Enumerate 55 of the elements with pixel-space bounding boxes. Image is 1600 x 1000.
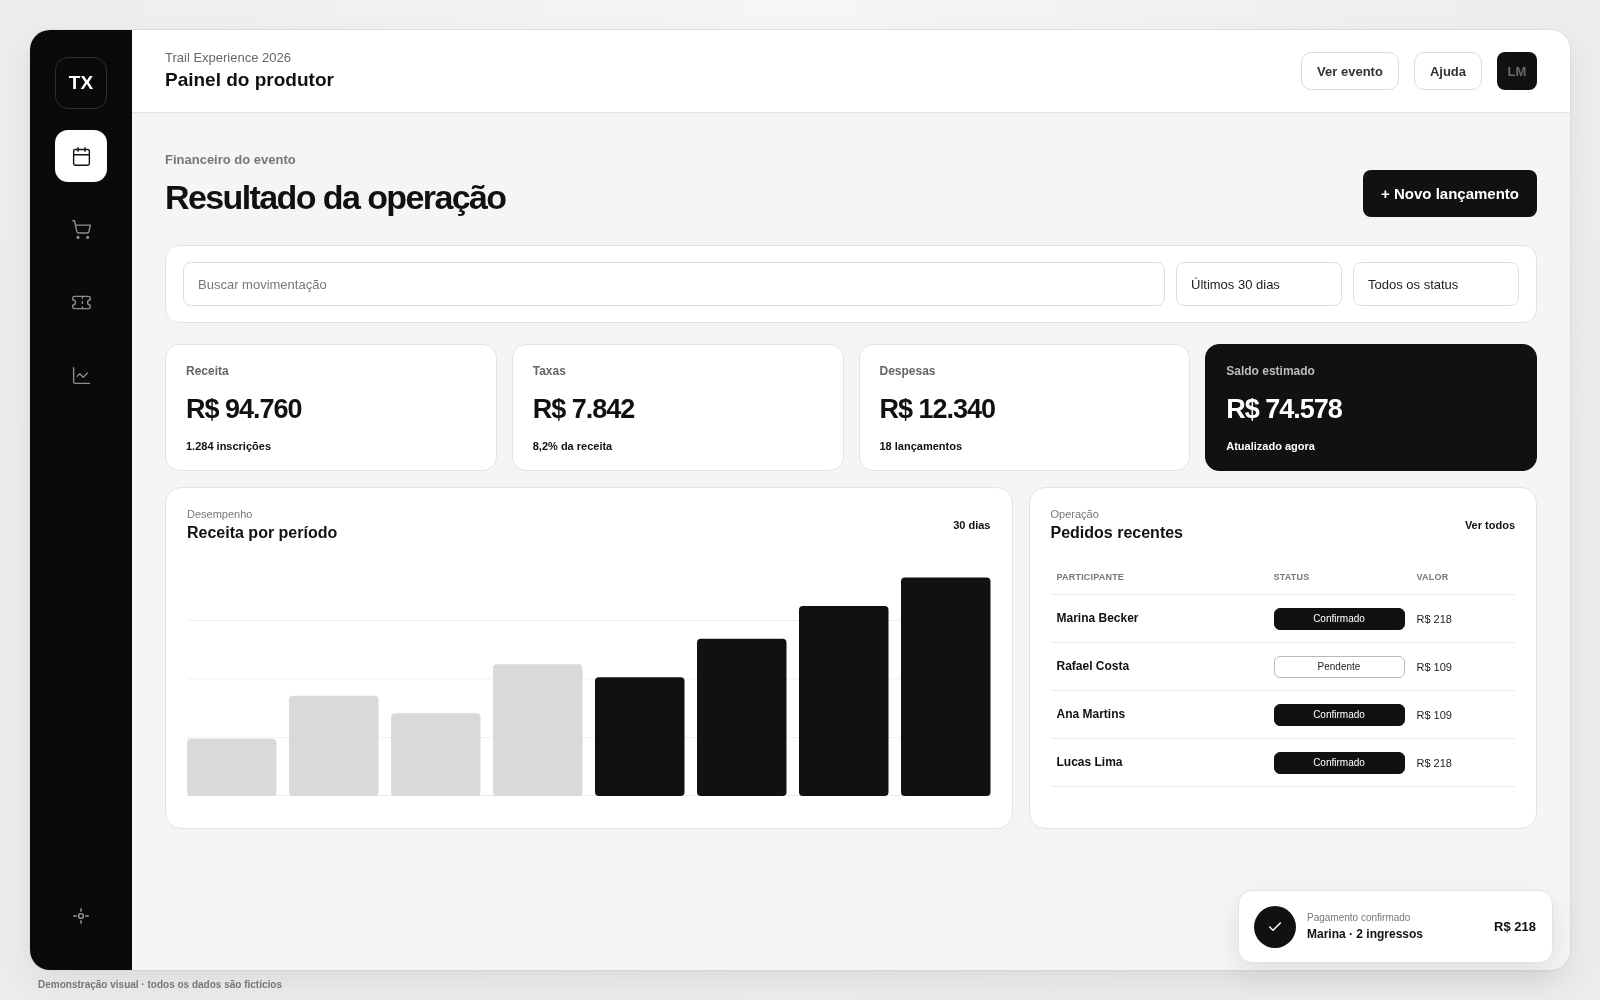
status-badge: Confirmado xyxy=(1273,751,1405,774)
nav-button[interactable] xyxy=(55,130,107,182)
stat-note: Atualizado agora xyxy=(1226,439,1316,453)
filter-select[interactable]: Todos os status xyxy=(1353,262,1519,306)
stat-value: R$ 7.842 xyxy=(532,393,636,426)
calendar-icon xyxy=(70,145,92,167)
page-title: Resultado da operação xyxy=(165,177,506,218)
column-header: VALOR xyxy=(1416,571,1450,583)
search-field[interactable]: Buscar movimentação xyxy=(183,262,1165,306)
line-chart-icon xyxy=(70,364,92,386)
crosshair-icon xyxy=(73,908,89,924)
toast-title: Pagamento confirmado xyxy=(1307,911,1412,924)
status-badge: Confirmado xyxy=(1273,607,1405,630)
column-header: PARTICIPANTE xyxy=(1056,571,1126,583)
stat-label: Despesas xyxy=(879,364,937,378)
toast-detail: Marina · 2 ingressos xyxy=(1307,926,1425,942)
stat-note: 18 lançamentos xyxy=(879,439,964,453)
cart-icon xyxy=(70,218,92,240)
column-header: STATUS xyxy=(1273,571,1311,583)
new-entry-button[interactable]: + Novo lançamento xyxy=(1363,170,1537,217)
stat-note: 1.284 inscrições xyxy=(186,439,272,453)
filter-select[interactable]: Últimos 30 dias xyxy=(1176,262,1342,306)
header-button[interactable]: Ajuda xyxy=(1413,52,1482,90)
stat-label: Receita xyxy=(186,364,230,378)
stat-value: R$ 74.578 xyxy=(1226,393,1343,426)
card-eyebrow: Desempenho xyxy=(187,507,254,521)
participant-cell-text: Marina Becker xyxy=(1056,611,1140,626)
amount-cell-text: R$ 218 xyxy=(1416,611,1453,626)
amount-cell-text: R$ 218 xyxy=(1416,755,1453,770)
view-all-link[interactable]: Ver todos xyxy=(1464,518,1515,532)
header-title: Painel do produtor xyxy=(165,68,334,92)
header-button[interactable]: Ver evento xyxy=(1301,52,1399,90)
page-eyebrow: Financeiro do evento xyxy=(165,152,297,168)
period-label: 30 dias xyxy=(953,518,991,532)
event-name: Trail Experience 2026 xyxy=(165,50,292,66)
participant-cell-text: Lucas Lima xyxy=(1056,755,1124,770)
card-title: Pedidos recentes xyxy=(1050,523,1183,543)
amount-cell-text: R$ 109 xyxy=(1416,707,1453,722)
toast-amount: R$ 218 xyxy=(1494,918,1536,935)
participant-cell-text: Ana Martins xyxy=(1056,707,1127,722)
status-badge: Pendente xyxy=(1273,655,1405,678)
amount-cell-text: R$ 109 xyxy=(1416,659,1453,674)
avatar[interactable]: LM xyxy=(1497,52,1537,90)
stat-label: Saldo estimado xyxy=(1226,364,1316,378)
card-title: Receita por período xyxy=(187,523,338,543)
stat-label: Taxas xyxy=(532,364,567,378)
status-badge: Confirmado xyxy=(1273,703,1405,726)
footer-note: Demonstração visual · todos os dados são fictícios xyxy=(38,979,282,991)
stat-note: 8,2% da receita xyxy=(532,439,614,453)
stat-value: R$ 12.340 xyxy=(879,393,997,426)
stat-value: R$ 94.760 xyxy=(186,393,303,426)
check-icon xyxy=(1254,905,1296,948)
participant-cell-text: Rafael Costa xyxy=(1056,659,1131,674)
logo: TX xyxy=(55,57,107,109)
card-eyebrow: Operação xyxy=(1050,507,1100,521)
